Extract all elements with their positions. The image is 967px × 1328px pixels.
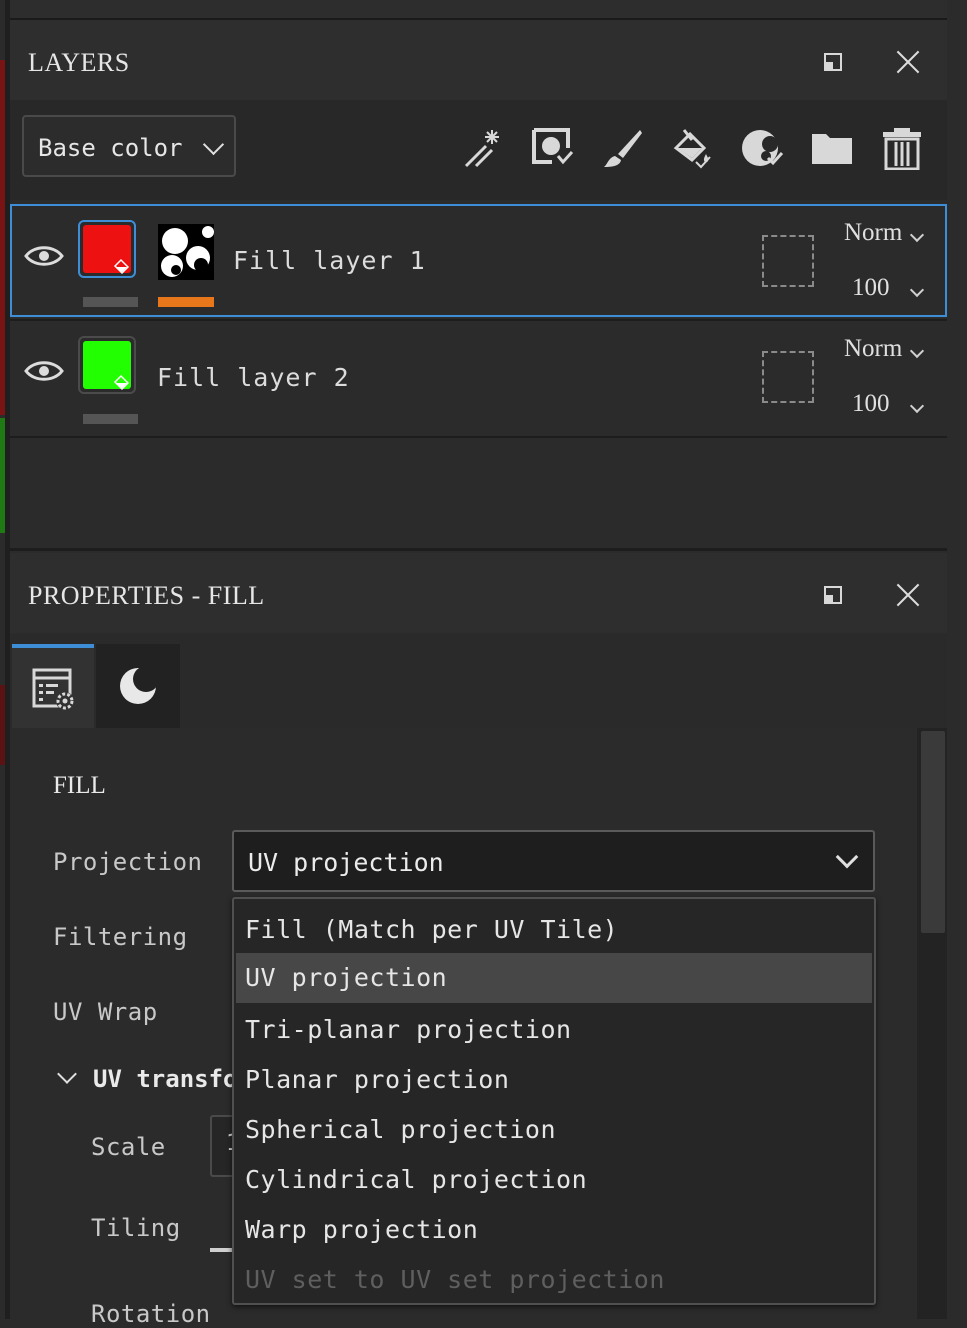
- dropdown-option[interactable]: Planar projection: [236, 1055, 872, 1105]
- layers-panel-title: LAYERS: [28, 48, 130, 77]
- maximize-icon[interactable]: [824, 53, 842, 71]
- fill-underline: [83, 414, 138, 424]
- chevron-down-icon[interactable]: [909, 398, 925, 414]
- fill-underline: [83, 297, 138, 307]
- properties-panel-header: PROPERTIES - FILL: [10, 553, 947, 633]
- opacity-value[interactable]: 100: [852, 390, 890, 418]
- properties-panel-title: PROPERTIES - FILL: [28, 581, 265, 610]
- eye-icon[interactable]: [24, 358, 64, 384]
- maximize-icon[interactable]: [824, 586, 842, 604]
- blend-mode-label[interactable]: Norm: [844, 219, 902, 247]
- projection-dropdown-list: Fill (Match per UV Tile) UV projection T…: [232, 897, 876, 1305]
- folder-icon[interactable]: [810, 126, 854, 170]
- dropdown-option[interactable]: Spherical projection: [236, 1105, 872, 1155]
- opacity-value[interactable]: 100: [852, 274, 890, 302]
- magic-wand-icon[interactable]: [460, 126, 504, 170]
- blend-mode-label[interactable]: Norm: [844, 335, 902, 363]
- dropdown-option[interactable]: Warp projection: [236, 1205, 872, 1255]
- scale-input[interactable]: 1: [210, 1115, 239, 1177]
- panel-divider[interactable]: [10, 548, 947, 551]
- close-icon[interactable]: [895, 582, 921, 608]
- channel-select[interactable]: Base color: [22, 115, 236, 177]
- mask-thumbnail[interactable]: [158, 224, 214, 280]
- dropdown-option[interactable]: Cylindrical projection: [236, 1155, 872, 1205]
- dropdown-option[interactable]: Fill (Match per UV Tile): [236, 905, 872, 955]
- particle-icon[interactable]: [740, 126, 784, 170]
- mask-underline: [158, 297, 214, 307]
- eye-icon[interactable]: [24, 243, 64, 269]
- scrollbar-thumb[interactable]: [921, 731, 945, 933]
- tab-material[interactable]: [96, 644, 180, 728]
- tab-fill-settings[interactable]: [12, 644, 94, 728]
- layer-effect-slot[interactable]: [762, 235, 814, 287]
- channel-select-label: Base color: [38, 134, 183, 162]
- layer-name[interactable]: Fill layer 1: [233, 246, 426, 275]
- layers-panel-header: LAYERS: [10, 20, 947, 100]
- chevron-down-icon[interactable]: [909, 282, 925, 298]
- projection-label: Projection: [53, 848, 203, 876]
- material-icon: [120, 666, 158, 704]
- layer-row-fill-layer-1[interactable]: Fill layer 1 Norm 100: [10, 204, 947, 317]
- layers-toolbar: Base color: [10, 100, 947, 200]
- paint-brush-icon[interactable]: [600, 126, 644, 170]
- chevron-down-icon: [202, 133, 225, 156]
- layer-divider: [10, 436, 947, 438]
- dropdown-option[interactable]: Tri-planar projection: [236, 1005, 872, 1055]
- dropdown-option-selected[interactable]: UV projection: [236, 953, 872, 1003]
- fill-color-swatch[interactable]: [78, 336, 136, 394]
- projection-select[interactable]: UV projection: [232, 830, 875, 892]
- scale-label: Scale: [91, 1133, 166, 1161]
- rotation-label: Rotation: [91, 1300, 211, 1328]
- layer-effect-slot[interactable]: [762, 351, 814, 403]
- projection-select-value: UV projection: [248, 848, 444, 877]
- top-bar: [10, 0, 947, 20]
- layer-name[interactable]: Fill layer 2: [157, 363, 350, 392]
- close-icon[interactable]: [895, 49, 921, 75]
- section-title-fill: FILL: [53, 772, 106, 799]
- tiling-slider[interactable]: [210, 1248, 232, 1252]
- uv-transform-title[interactable]: UV transfo: [93, 1065, 238, 1093]
- uv-wrap-label: UV Wrap: [53, 998, 158, 1026]
- fill-color-swatch[interactable]: [78, 220, 136, 278]
- properties-tabs: [10, 634, 947, 730]
- paint-bucket-icon: [113, 374, 130, 391]
- layer-row-fill-layer-2[interactable]: Fill layer 2 Norm 100: [10, 321, 947, 434]
- paint-bucket-icon: [113, 258, 130, 275]
- tiling-label: Tiling: [91, 1214, 181, 1242]
- chevron-down-icon[interactable]: [909, 227, 925, 243]
- dropdown-option-disabled: UV set to UV set projection: [245, 1265, 665, 1294]
- filtering-label: Filtering: [53, 923, 188, 951]
- smart-mask-icon[interactable]: [530, 126, 574, 170]
- fill-settings-icon: [32, 668, 74, 710]
- trash-icon[interactable]: [880, 126, 924, 170]
- chevron-down-icon[interactable]: [909, 343, 925, 359]
- paint-bucket-icon[interactable]: [670, 126, 714, 170]
- chevron-down-icon: [835, 845, 859, 869]
